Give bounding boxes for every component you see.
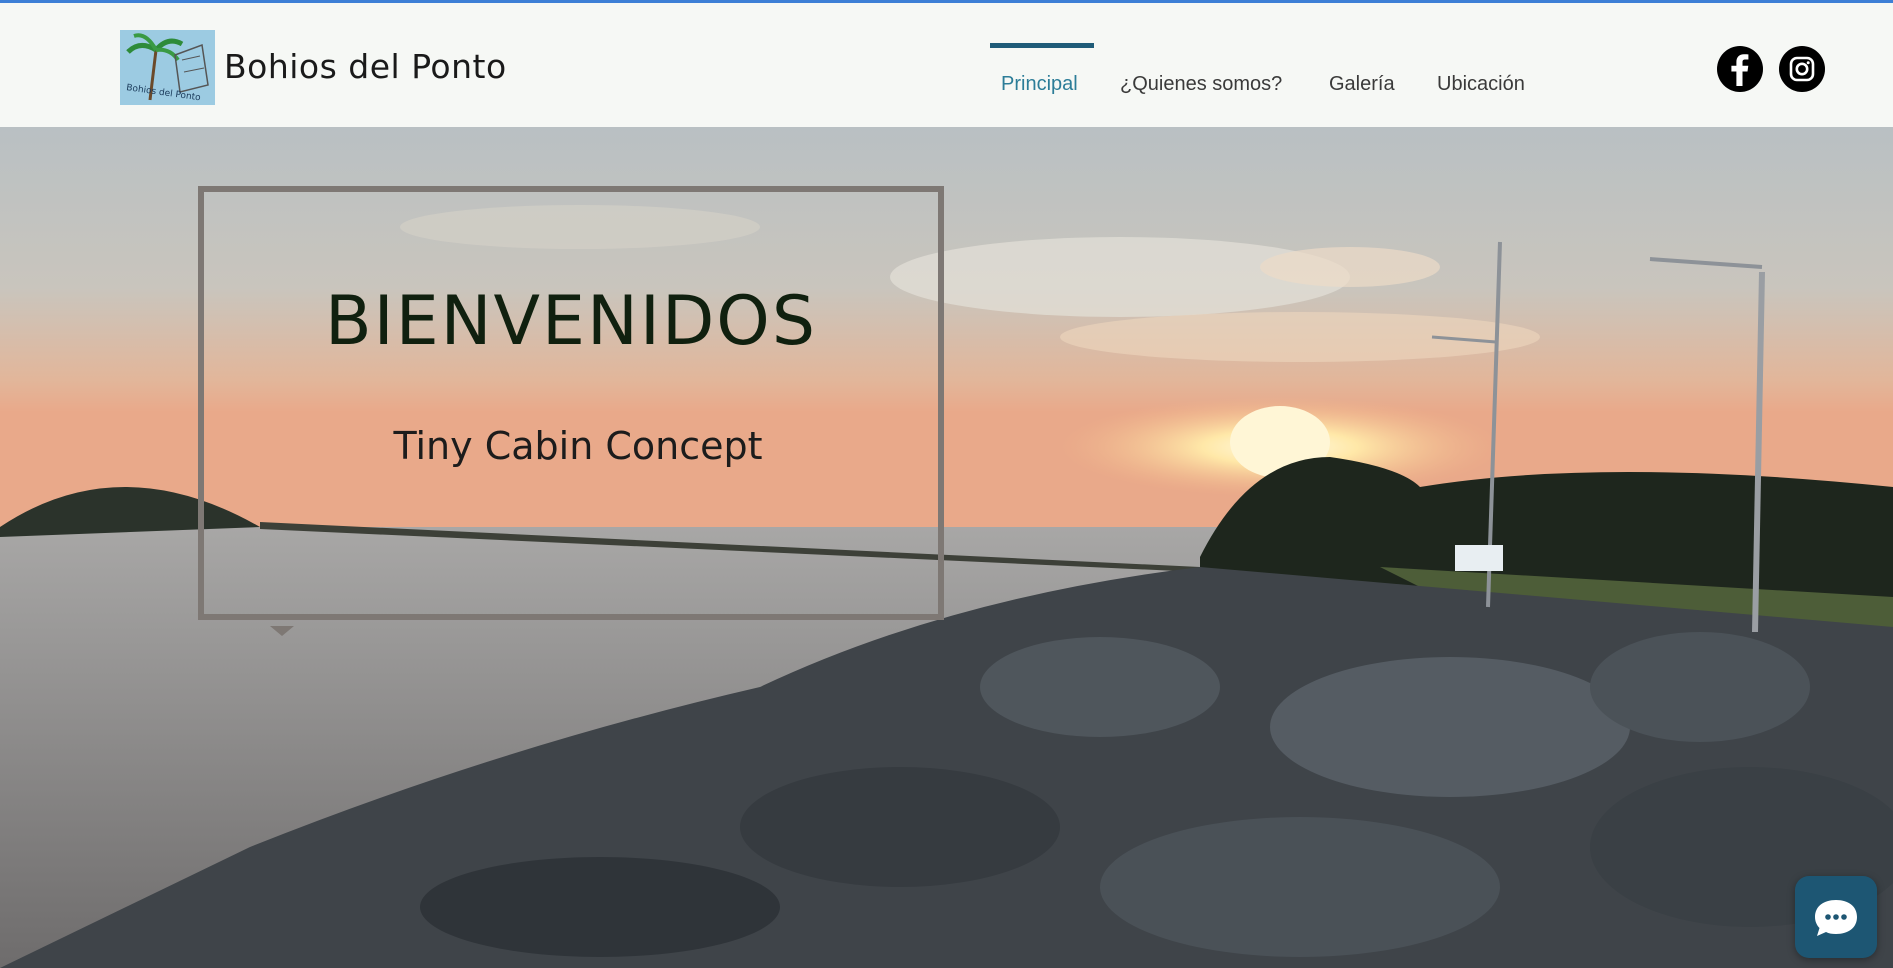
nav-item-label: Principal [1001, 73, 1078, 95]
nav-item-label: Galería [1329, 73, 1395, 95]
site-title[interactable]: Bohios del Ponto [224, 47, 507, 86]
chat-button[interactable] [1795, 876, 1877, 958]
nav-item-galeria[interactable]: Galería [1329, 43, 1409, 103]
facebook-link[interactable] [1717, 46, 1763, 92]
welcome-box-pointer [270, 626, 294, 636]
site-header: Bohios del Ponto Bohios del Ponto Princi… [0, 3, 1893, 127]
hero-subtitle: Tiny Cabin Concept [393, 424, 763, 468]
hero-section: BIENVENIDOS Tiny Cabin Concept [0, 127, 1893, 968]
facebook-icon [1731, 54, 1749, 86]
active-indicator [990, 43, 1094, 48]
instagram-link[interactable] [1779, 46, 1825, 92]
site-logo[interactable]: Bohios del Ponto [120, 30, 215, 105]
nav-item-quienes-somos[interactable]: ¿Quienes somos? [1120, 43, 1300, 103]
nav-item-label: ¿Quienes somos? [1120, 73, 1283, 95]
nav-item-principal[interactable]: Principal [990, 43, 1094, 103]
welcome-box [198, 186, 944, 620]
chat-bubble-icon [1815, 900, 1857, 936]
nav-item-ubicacion[interactable]: Ubicación [1437, 43, 1547, 103]
palm-tree-logo-icon: Bohios del Ponto [120, 30, 215, 105]
hero-title: BIENVENIDOS [325, 282, 817, 361]
instagram-icon [1789, 56, 1815, 82]
nav-item-label: Ubicación [1437, 73, 1525, 95]
